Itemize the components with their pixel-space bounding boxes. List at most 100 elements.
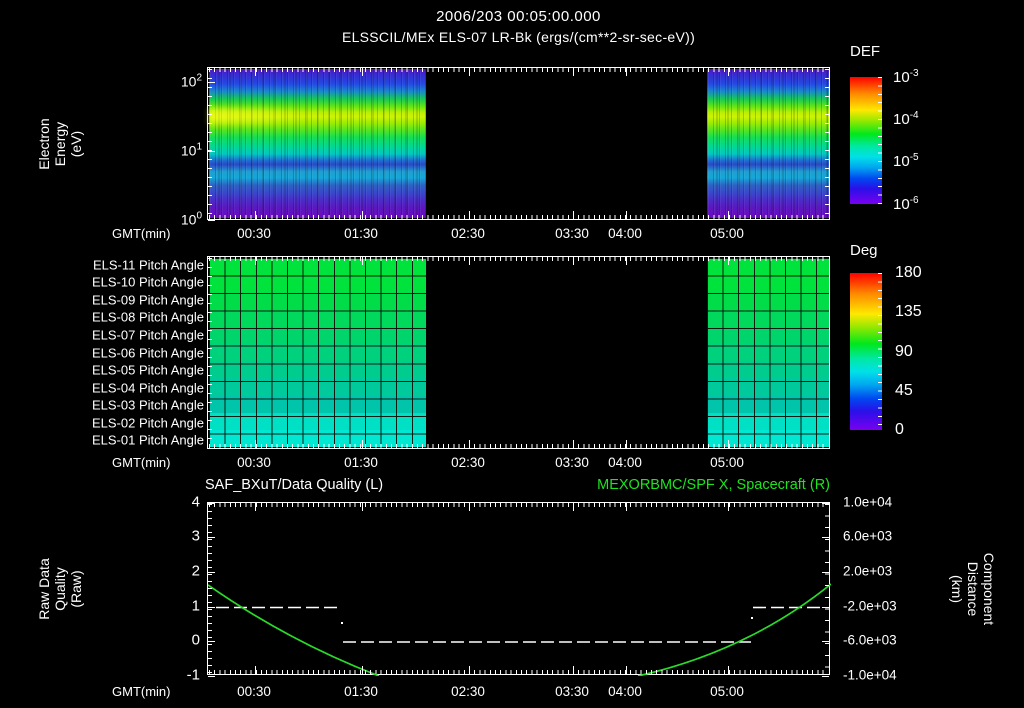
def-colorbar-tick: 10-4 (893, 110, 919, 128)
major-tick (573, 211, 574, 219)
major-tick (255, 440, 256, 448)
time-tick-label: 00:30 (237, 455, 271, 470)
major-tick (255, 666, 256, 674)
major-tick (728, 666, 729, 674)
distance-ytick: 1.0e+04 (843, 494, 893, 509)
distance-ytick: 2.0e+03 (843, 563, 893, 579)
major-tick (469, 257, 470, 265)
gmt-axis-label-1: GMT(min) (112, 226, 171, 241)
major-tick (573, 257, 574, 265)
deg-colorbar-tick: 0 (895, 421, 904, 438)
major-tick (362, 666, 363, 674)
def-colorbar-tick: 10-5 (893, 152, 919, 170)
pitch-row-label: ELS-03 Pitch Angle (91, 397, 204, 413)
spectrogram-data-left (209, 69, 426, 218)
major-tick (255, 211, 256, 219)
axis-ticks (209, 215, 828, 219)
major-tick (208, 676, 215, 677)
deg-colorbar-tick: 135 (895, 303, 922, 320)
time-tick-label: 02:30 (451, 684, 485, 699)
major-tick (208, 537, 215, 538)
major-tick (208, 502, 215, 504)
pitch-data-left (209, 258, 426, 448)
axis-ticks (208, 504, 212, 673)
major-tick (573, 666, 574, 674)
time-tick-label: 04:00 (608, 226, 642, 241)
major-tick (626, 68, 627, 76)
major-tick (208, 82, 215, 83)
axis-ticks (208, 69, 212, 218)
major-tick (626, 211, 627, 219)
quality-transition-dot (341, 622, 343, 624)
major-tick (822, 537, 829, 538)
major-tick (255, 68, 256, 76)
deg-colorbar-title: Deg (850, 242, 878, 259)
pitch-row-label: ELS-07 Pitch Angle (91, 327, 204, 343)
time-tick-label: 05:00 (710, 684, 744, 699)
major-tick (469, 440, 470, 448)
quality-ytick: 2 (191, 562, 200, 580)
quality-y-axis-label: Raw Data Quality (Raw) (36, 557, 84, 620)
plot-subtitle: ELSSCIL/MEx ELS-07 LR-Bk (ergs/(cm**2-sr… (341, 29, 696, 45)
major-tick (822, 571, 829, 573)
distance-ytick: 6.0e+03 (843, 528, 893, 544)
flux-hotspot (209, 107, 307, 125)
time-tick-label: 01:30 (344, 455, 378, 470)
quality-distance-panel (207, 502, 831, 677)
pitch-row-label: ELS-10 Pitch Angle (91, 274, 204, 290)
axis-ticks (208, 258, 212, 447)
pitch-row-label: ELS-01 Pitch Angle (91, 432, 204, 448)
plot-canvas: 2006/203 00:05:00.000 ELSSCIL/MEx ELS-07… (0, 0, 1024, 708)
major-tick (208, 641, 215, 643)
distance-series-title: MEXORBMC/SPF X, Spacecraft (R) (597, 477, 830, 493)
distance-ytick: -6.0e+03 (843, 632, 897, 648)
major-tick (469, 68, 470, 76)
major-tick (822, 502, 829, 504)
deg-colorbar-tick: 90 (895, 342, 913, 360)
pitch-grid (707, 258, 829, 447)
axis-ticks (209, 68, 828, 72)
axis-ticks (825, 504, 829, 673)
distance-ytick: -2.0e+03 (843, 598, 897, 614)
colorbar-ticks (878, 77, 882, 204)
axis-ticks (209, 670, 828, 674)
spectrogram-y-axis-label: Electron Energy (eV) (36, 117, 84, 170)
spectrogram-data-right (707, 69, 829, 218)
major-tick (822, 606, 829, 608)
pitch-row-label: ELS-05 Pitch Angle (91, 362, 204, 378)
spectrogram-ytick: 100 (180, 210, 202, 228)
major-tick (626, 666, 627, 674)
spacecraft-x-curve-right (637, 583, 831, 676)
major-tick (822, 641, 829, 643)
major-tick (728, 440, 729, 448)
time-tick-label: 02:30 (451, 455, 485, 470)
time-tick-label: 03:30 (555, 226, 589, 241)
pitch-row-label: ELS-09 Pitch Angle (91, 292, 204, 308)
pitch-row-label: ELS-08 Pitch Angle (91, 309, 204, 325)
time-tick-label: 03:30 (555, 684, 589, 699)
page-title: 2006/203 00:05:00.000 (436, 8, 601, 25)
major-tick (822, 676, 829, 677)
time-tick-label: 03:30 (555, 455, 589, 470)
major-tick (469, 503, 470, 511)
major-tick (469, 211, 470, 219)
major-tick (626, 257, 627, 265)
time-tick-label: 00:30 (237, 684, 271, 699)
major-tick (573, 68, 574, 76)
deg-colorbar-tick: 180 (895, 264, 922, 281)
pitch-data-right (707, 258, 829, 448)
quality-ytick: 1 (191, 597, 200, 615)
def-colorbar-title: DEF (850, 43, 880, 60)
deg-colorbar-tick: 45 (895, 382, 913, 399)
axis-ticks (209, 503, 828, 507)
pitch-row-label: ELS-02 Pitch Angle (91, 415, 204, 431)
distance-ytick: -1.0e+04 (843, 667, 897, 683)
spacecraft-x-curve-left (208, 584, 380, 676)
axis-ticks (209, 444, 828, 448)
major-tick (728, 68, 729, 76)
quality-ytick: -1 (186, 666, 200, 684)
major-tick (255, 257, 256, 265)
major-tick (362, 257, 363, 265)
quality-distance-plot (208, 583, 831, 676)
pitch-grid (209, 258, 426, 447)
